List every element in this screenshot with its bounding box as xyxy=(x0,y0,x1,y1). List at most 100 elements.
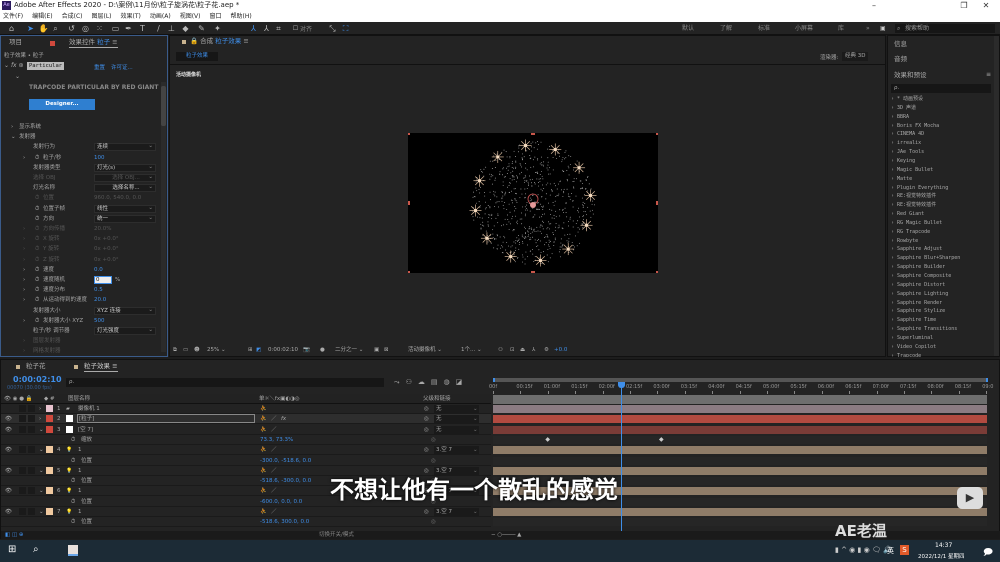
visibility-eye-icon[interactable]: 👁 xyxy=(5,466,12,476)
layer-row[interactable]: › 1 ▰ 摄像机 1 ⛹ ◎ 无 ⌄ xyxy=(1,404,491,414)
close-button[interactable]: ✕ xyxy=(972,0,1000,11)
graph-editor-icon[interactable]: ◪ xyxy=(456,378,469,386)
sogou-icon[interactable]: S xyxy=(900,545,909,555)
effects-category[interactable]: › Sapphire Blur+Sharpen xyxy=(891,254,960,263)
property-value[interactable]: -600.0, 0.0, 0.0 xyxy=(260,497,302,507)
type-tool-icon[interactable]: T xyxy=(137,23,148,34)
effects-category[interactable]: › Boris FX Mocha xyxy=(891,122,939,131)
menu-item[interactable]: 编辑(E) xyxy=(32,11,52,22)
twirl-icon[interactable]: ⌄ xyxy=(39,466,44,476)
layer-search-input[interactable]: ρ. xyxy=(66,378,384,387)
effects-category[interactable]: › RE:视觉特效插件 xyxy=(891,201,936,210)
comp-mini-flowchart-icon[interactable]: ⤳ xyxy=(394,378,406,386)
lock-switch[interactable] xyxy=(28,446,35,454)
property-value[interactable]: -518.6, 300.0, 0.0 xyxy=(260,517,309,527)
effects-category[interactable]: › Sapphire Transitions xyxy=(891,325,957,334)
effects-category[interactable]: › Sapphire Lighting xyxy=(891,290,948,299)
twirl-icon[interactable]: ⌄ xyxy=(15,73,20,80)
roi-icon[interactable]: ▣ xyxy=(374,345,379,356)
menu-item[interactable]: 视图(V) xyxy=(180,11,201,22)
property-select[interactable]: XYZ 连接 xyxy=(94,306,156,315)
effects-category[interactable]: › Trapcode xyxy=(891,352,921,357)
label-color-swatch[interactable] xyxy=(46,508,53,515)
effects-category[interactable]: › Rowbyte xyxy=(891,237,918,246)
property-value[interactable]: -300.0, -518.6, 0.0 xyxy=(260,456,311,466)
ime-indicator[interactable]: 英 xyxy=(887,546,894,556)
reset-link[interactable]: 重置 xyxy=(94,63,105,71)
effects-category[interactable]: › Sapphire Adjust xyxy=(891,245,942,254)
stopwatch-icon[interactable]: ⏱ xyxy=(71,476,75,486)
renderer-select[interactable]: 经典 3D xyxy=(842,52,869,61)
effects-category[interactable]: › RG Magic Bullet xyxy=(891,219,942,228)
workspace-library[interactable]: 库 xyxy=(838,22,844,35)
effects-category[interactable]: › Keying xyxy=(891,157,915,166)
stopwatch-icon[interactable]: ⏱ xyxy=(71,435,75,445)
label-color-swatch[interactable] xyxy=(46,425,53,433)
menu-item[interactable]: 合成(C) xyxy=(62,11,83,22)
panel-menu-icon[interactable]: ≡ xyxy=(986,71,991,78)
stopwatch-icon[interactable]: ⏱ xyxy=(35,244,39,254)
property-value[interactable]: 0.5 xyxy=(94,285,103,295)
twirl-icon[interactable]: ⌄ xyxy=(39,486,44,496)
effect-name[interactable]: Particular xyxy=(27,62,65,70)
twirl-icon[interactable]: › xyxy=(23,224,25,234)
menu-item[interactable]: 窗口 xyxy=(209,11,221,22)
menu-item[interactable]: 效果(T) xyxy=(121,11,141,22)
twirl-icon[interactable]: › xyxy=(23,265,25,275)
stopwatch-icon[interactable]: ⏱ xyxy=(35,153,39,163)
layer-name[interactable]: 1 xyxy=(78,445,82,455)
effects-category[interactable]: › RG Trapcode xyxy=(891,228,930,237)
workspace-more[interactable]: » xyxy=(866,22,870,35)
solo-switch[interactable] xyxy=(19,446,26,454)
help-search-input[interactable]: ⌕ 搜索帮助 xyxy=(895,24,995,33)
twirl-icon[interactable]: › xyxy=(23,234,25,244)
twirl-icon[interactable]: ⌄ xyxy=(11,132,16,142)
world-axis-icon[interactable]: ⅄ xyxy=(261,23,272,34)
zoom-slider[interactable]: − ○──── ▲ xyxy=(491,531,521,539)
layer-name[interactable]: 1 xyxy=(78,486,82,496)
designer-button[interactable]: Designer... xyxy=(29,99,95,110)
lock-switch[interactable] xyxy=(28,466,35,474)
zoom-tool-icon[interactable]: ⌕ xyxy=(50,23,61,34)
rotate-tool-icon[interactable]: ↺ xyxy=(66,23,77,34)
selection-tool-icon[interactable]: ➤ xyxy=(25,23,36,34)
eraser-tool-icon[interactable]: ◆ xyxy=(180,23,191,34)
pickwhip-icon[interactable]: ◎ xyxy=(431,456,436,466)
label-color-swatch[interactable] xyxy=(46,466,53,474)
stopwatch-icon[interactable]: ⏱ xyxy=(71,517,75,527)
property-select[interactable]: 线性 xyxy=(94,204,156,213)
pickwhip-icon[interactable]: ◎ xyxy=(424,507,429,517)
comp-viewer[interactable] xyxy=(408,133,658,273)
layer-duration-bar[interactable] xyxy=(493,415,987,424)
orbit-camera-icon[interactable]: ◎ xyxy=(80,23,91,34)
layer-row[interactable]: 👁 ⌄ 7 💡 1 ⛹ ／ ◎ 3.空 7 ⌄ xyxy=(1,507,491,517)
effects-category[interactable]: › Sapphire Time xyxy=(891,316,936,325)
stopwatch-icon[interactable]: ⏱ xyxy=(35,255,39,265)
twirl-icon[interactable]: › xyxy=(11,122,13,132)
twirl-icon[interactable]: › xyxy=(39,414,41,424)
region-icon[interactable]: ⧉ xyxy=(173,345,177,356)
quality-switch[interactable]: ／ xyxy=(271,414,277,424)
comp-flow-tab[interactable]: 粒子效果 xyxy=(176,52,219,61)
zoom-select[interactable]: 25% ⌄ xyxy=(207,345,226,356)
menu-item[interactable]: 文件(F) xyxy=(3,11,23,22)
timecode[interactable]: 0:00:02:10 xyxy=(268,345,298,356)
scrollbar[interactable] xyxy=(994,36,999,356)
view-axis-icon[interactable]: ⌗ xyxy=(273,23,284,34)
layer-duration-bar[interactable] xyxy=(493,508,987,516)
keyframe-icon[interactable]: ◆ xyxy=(659,436,664,443)
lock-switch[interactable] xyxy=(28,415,35,423)
effects-category[interactable]: › Superluminal xyxy=(891,334,933,343)
stopwatch-icon[interactable]: ⏱ xyxy=(35,275,39,285)
transparency-icon[interactable]: ⊠ xyxy=(384,345,389,356)
solo-switch[interactable] xyxy=(19,405,26,412)
effects-category[interactable]: › Sapphire Composite xyxy=(891,272,951,281)
pickwhip-icon[interactable]: ◎ xyxy=(431,435,436,445)
workspace-small-screen[interactable]: 小屏幕 xyxy=(795,22,813,35)
system-tray-icons[interactable]: ▮ ^ ◉ ▮ ◉ 🗨 🔊 xyxy=(835,546,892,554)
property-value[interactable]: 960.0, 540.0, 0.0 xyxy=(94,193,141,203)
monitor-icon[interactable]: ▭ xyxy=(183,345,188,356)
visibility-eye-icon[interactable]: 👁 xyxy=(5,486,12,496)
hand-tool-icon[interactable]: ✋ xyxy=(38,23,49,34)
motion-blur-icon[interactable]: ◍ xyxy=(444,378,456,386)
